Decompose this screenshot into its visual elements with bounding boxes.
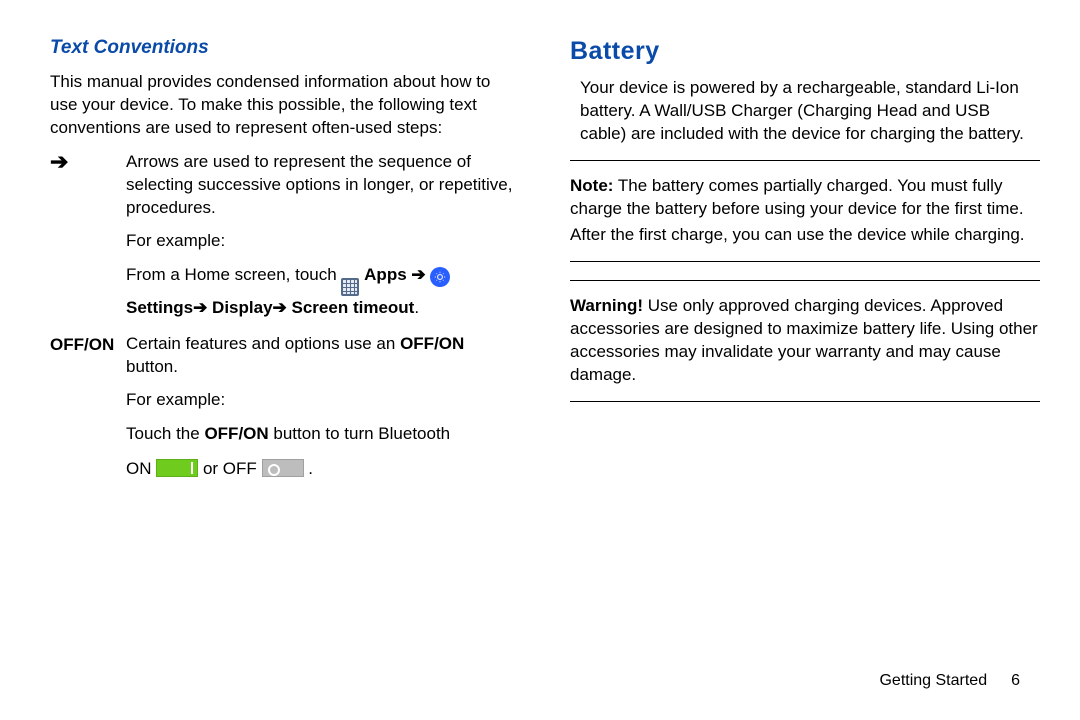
warn-label: Warning! — [570, 296, 643, 315]
arrow-icon: ➔ — [50, 151, 126, 173]
settings-icon — [430, 267, 450, 287]
offon-example-line2: ON or OFF . — [126, 457, 520, 482]
offon-example-label: For example: — [126, 389, 520, 412]
toggle-on-icon — [156, 459, 198, 477]
battery-warning: Warning! Use only approved charging devi… — [570, 295, 1040, 387]
divider-4 — [570, 401, 1040, 402]
page-footer: Getting Started 6 — [879, 672, 1020, 690]
offon-term: OFF/ON — [50, 333, 126, 357]
arrow-description: Arrows are used to represent the sequenc… — [126, 151, 520, 220]
arrow-example-line: From a Home screen, touch Apps ➔ Setting… — [126, 263, 520, 321]
note-label: Note: — [570, 176, 613, 195]
footer-page-number: 6 — [1011, 672, 1020, 689]
arrow-example-label: For example: — [126, 230, 520, 253]
battery-heading: Battery — [570, 35, 1040, 69]
arrow-convention: ➔ Arrows are used to represent the seque… — [50, 151, 520, 220]
arrow-ex-part1: From a Home screen, touch — [126, 265, 341, 284]
footer-section: Getting Started — [879, 672, 987, 689]
left-column: Text Conventions This manual provides co… — [50, 35, 520, 690]
warn-line: Warning! Use only approved charging devi… — [570, 295, 1040, 387]
intro-text: This manual provides condensed informati… — [50, 71, 520, 140]
right-column: Battery Your device is powered by a rech… — [570, 35, 1040, 690]
offon-example-line1: Touch the OFF/ON button to turn Bluetoot… — [126, 422, 520, 447]
note-body: The battery comes partially charged. You… — [570, 176, 1024, 218]
offon-touch-b: OFF/ON — [204, 424, 268, 443]
offon-description: Certain features and options use an OFF/… — [126, 333, 520, 379]
divider-3 — [570, 280, 1040, 281]
settings-label: Settings — [126, 298, 193, 317]
arrow-sep2: ➔ — [193, 298, 207, 317]
battery-intro: Your device is powered by a rechargeable… — [580, 77, 1040, 146]
offon-end: . — [304, 459, 313, 478]
period: . — [414, 298, 419, 317]
note-line: Note: The battery comes partially charge… — [570, 175, 1040, 221]
offon-desc-c: button. — [126, 357, 178, 376]
offon-touch-c: button to turn Bluetooth — [269, 424, 450, 443]
apps-label: Apps — [364, 265, 411, 284]
on-label: ON — [126, 459, 156, 478]
timeout-label: Screen timeout — [292, 298, 415, 317]
display-label: Display — [212, 298, 272, 317]
offon-convention: OFF/ON Certain features and options use … — [50, 333, 520, 379]
divider-1 — [570, 160, 1040, 161]
apps-icon — [341, 278, 359, 296]
text-conventions-heading: Text Conventions — [50, 35, 520, 61]
offon-touch-a: Touch the — [126, 424, 204, 443]
offon-desc-b: OFF/ON — [400, 334, 464, 353]
arrow-sep1: ➔ — [411, 265, 425, 284]
toggle-off-icon — [262, 459, 304, 477]
note-body2: After the first charge, you can use the … — [570, 224, 1040, 247]
or-label: or OFF — [198, 459, 261, 478]
manual-page: Text Conventions This manual provides co… — [0, 0, 1080, 720]
arrow-sep3: ➔ — [273, 298, 287, 317]
divider-2 — [570, 261, 1040, 262]
offon-desc-a: Certain features and options use an — [126, 334, 400, 353]
battery-note: Note: The battery comes partially charge… — [570, 175, 1040, 248]
